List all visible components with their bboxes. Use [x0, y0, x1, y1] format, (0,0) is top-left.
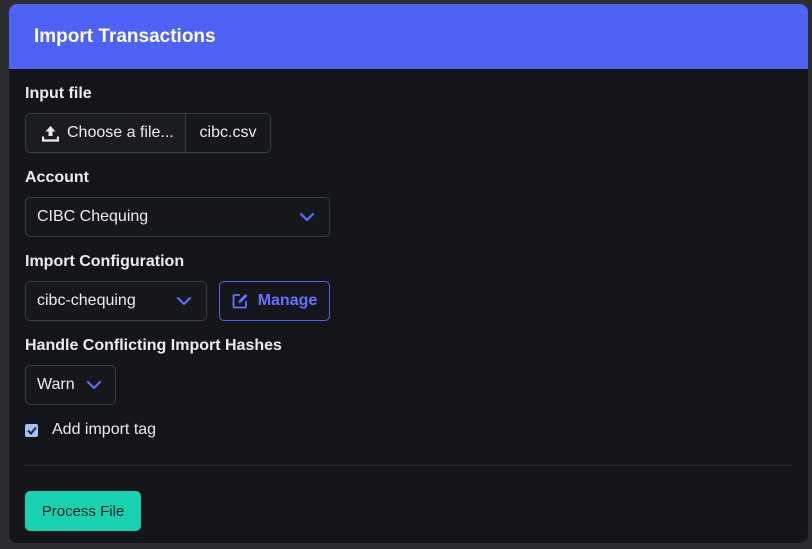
account-select[interactable]: CIBC Chequing: [25, 197, 330, 237]
process-file-button[interactable]: Process File: [25, 491, 141, 531]
manage-label: Manage: [257, 292, 318, 309]
choose-file-label: Choose a file...: [67, 124, 174, 141]
import-form: Input file Choose a file... cibc.csv Acc…: [9, 69, 808, 543]
page-title: Import Transactions: [34, 25, 216, 47]
add-import-tag-row[interactable]: Add import tag: [25, 421, 156, 439]
chevron-down-icon: [86, 380, 102, 390]
selected-file-name: cibc.csv: [185, 113, 271, 153]
account-selected-value: CIBC Chequing: [37, 208, 149, 225]
add-import-tag-checkbox[interactable]: [25, 423, 38, 437]
import-configuration-label: Import Configuration: [25, 253, 185, 270]
upload-icon: [42, 125, 59, 142]
import-configuration-select[interactable]: cibc-chequing: [25, 281, 207, 321]
import-configuration-selected-value: cibc-chequing: [37, 292, 136, 309]
divider: [25, 465, 792, 466]
import-transactions-card: Import Transactions Input file Choose a …: [9, 4, 808, 543]
chevron-down-icon: [176, 296, 192, 306]
account-label: Account: [25, 169, 89, 186]
conflict-handling-label: Handle Conflicting Import Hashes: [25, 337, 282, 354]
input-file-label: Input file: [25, 85, 92, 102]
choose-file-button[interactable]: Choose a file...: [25, 113, 186, 153]
checkmark-icon: [26, 426, 37, 435]
conflict-handling-select[interactable]: Warn: [25, 365, 116, 405]
add-import-tag-label: Add import tag: [52, 421, 157, 438]
card-header: Import Transactions: [9, 4, 808, 69]
manage-button[interactable]: Manage: [219, 281, 330, 321]
chevron-down-icon: [299, 212, 315, 222]
edit-icon: [232, 294, 248, 309]
conflict-handling-selected-value: Warn: [37, 376, 75, 393]
